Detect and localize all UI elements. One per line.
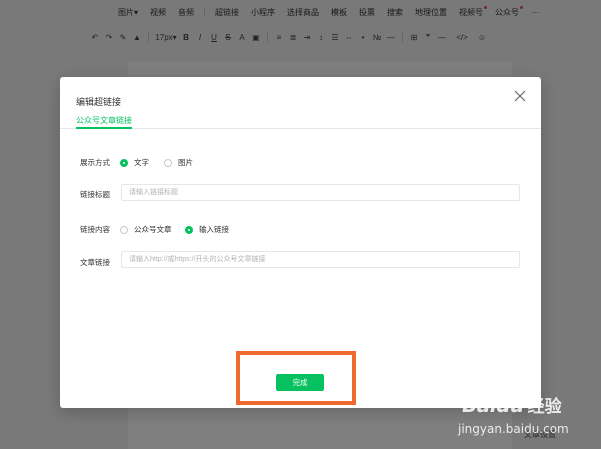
watermark-suffix: 经验 bbox=[527, 397, 562, 417]
link-title-label: 链接标题 bbox=[80, 190, 110, 199]
radio-label: 图片 bbox=[178, 158, 193, 167]
dialog-title: 编辑超链接 bbox=[76, 97, 122, 107]
annotation-highlight-box bbox=[236, 351, 356, 405]
link-title-input[interactable] bbox=[121, 184, 520, 201]
display-mode-image-radio[interactable]: 图片 bbox=[164, 157, 193, 168]
watermark-brand: Baidu bbox=[462, 392, 524, 417]
dialog-tabs: 公众号文章链接 bbox=[60, 115, 541, 129]
link-content-label: 链接内容 bbox=[80, 225, 110, 234]
watermark-logo: Baidu 经验 bbox=[462, 392, 562, 418]
radio-label: 公众号文章 bbox=[134, 225, 172, 234]
radio-circle-checked bbox=[120, 158, 128, 167]
baidu-jingyan-watermark: Baidu 经验 jingyan.baidu.com bbox=[458, 392, 598, 444]
link-content-url-radio[interactable]: 输入链接 bbox=[185, 224, 229, 235]
display-mode-text-radio[interactable]: 文字 bbox=[120, 157, 149, 168]
radio-label: 文字 bbox=[134, 158, 149, 167]
radio-circle bbox=[164, 158, 172, 167]
article-link-input[interactable] bbox=[121, 251, 520, 268]
article-link-label: 文章链接 bbox=[80, 258, 110, 267]
link-content-article-radio[interactable]: 公众号文章 bbox=[120, 224, 172, 235]
radio-label: 输入链接 bbox=[199, 225, 229, 234]
radio-circle bbox=[120, 225, 128, 234]
radio-circle-checked bbox=[185, 225, 193, 234]
tab-official-article-link[interactable]: 公众号文章链接 bbox=[76, 115, 132, 129]
watermark-url: jingyan.baidu.com bbox=[458, 422, 569, 436]
display-mode-label: 展示方式 bbox=[80, 158, 110, 167]
close-icon[interactable] bbox=[513, 89, 527, 103]
